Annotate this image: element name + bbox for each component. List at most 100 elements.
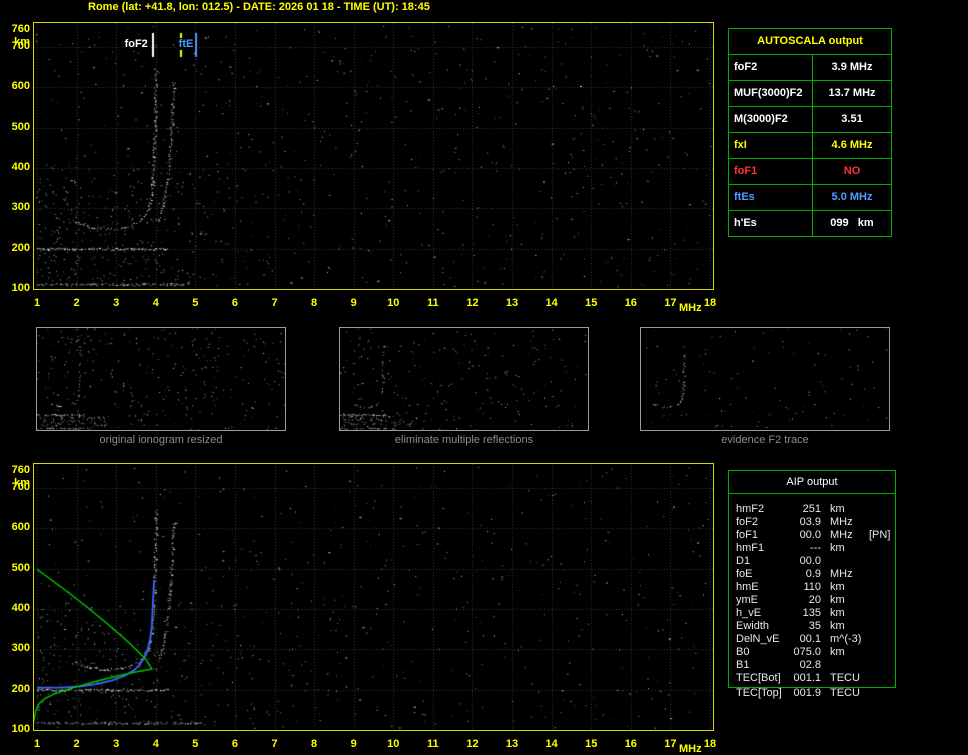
x-axis-unit: MHz xyxy=(679,743,702,755)
x-tick-label: 14 xyxy=(545,738,558,750)
autoscala-param-label: fxI xyxy=(734,139,747,151)
x-tick-label: 1 xyxy=(33,738,41,750)
aip-param-label: hmF2 xyxy=(736,503,765,515)
aip-param-value: 110 xyxy=(803,581,821,593)
aip-param-note xyxy=(865,672,895,685)
aip-param-unit: m^(-3) xyxy=(830,633,862,645)
x-tick-label: 13 xyxy=(505,297,519,309)
autoscala-param-value: 099 km xyxy=(812,211,891,236)
y-tick-label: 700 xyxy=(11,40,30,53)
aip-param-value: 251 xyxy=(802,503,821,515)
x-tick-label: 9 xyxy=(350,738,357,750)
aip-param-unit: km xyxy=(830,581,845,593)
x-tick-label: 4 xyxy=(152,297,159,309)
thumbnail-canvas-evidence xyxy=(641,328,889,430)
aip-param-value: 001.1 xyxy=(793,672,821,684)
x-tick-label: 3 xyxy=(113,297,120,309)
thumbnail-canvas-eliminate xyxy=(340,328,588,430)
aip-row: foE 0.9 MHz xyxy=(729,568,895,581)
autoscala-param-value: 4.6 MHz xyxy=(812,133,891,158)
aip-param-note: [PN] xyxy=(869,529,891,541)
aip-param-unit xyxy=(821,659,865,672)
aip-param-unit: MHz xyxy=(830,568,853,580)
x-tick-label: 1 xyxy=(33,297,41,309)
aip-param-value: 00.0 xyxy=(799,555,821,567)
autoscala-param-value: 5.0 MHz xyxy=(812,185,891,210)
x-tick-label: 10 xyxy=(387,738,400,750)
y-tick-label: 600 xyxy=(11,521,30,534)
aip-param-value: 03.9 xyxy=(799,516,821,528)
x-tick-label: 5 xyxy=(192,738,199,750)
aip-param-unit: km xyxy=(830,607,845,619)
aip-param-note xyxy=(865,555,895,568)
autoscala-window: Rome (lat: +41.8, lon: 012.5) - DATE: 20… xyxy=(0,0,968,755)
aip-param-note xyxy=(865,633,895,646)
aip-row: foF1 00.0 MHz [PN] xyxy=(729,529,895,542)
autoscala-param-value: 13.7 MHz xyxy=(812,81,891,106)
x-tick-label: 15 xyxy=(585,297,598,309)
autoscala-param-label: foF2 xyxy=(734,61,758,73)
autoscala-output-panel: AUTOSCALA output foF2 3.9 MHz MUF(3000)F2 1… xyxy=(728,28,892,237)
aip-param-value: 075.0 xyxy=(793,646,821,658)
autoscala-output-title: AUTOSCALA output xyxy=(729,29,891,55)
x-tick-label: 17 xyxy=(664,738,677,750)
aip-param-label: h_vE xyxy=(736,607,762,619)
aip-tec-top-row: TEC[Top] 001.9 TECU xyxy=(729,687,895,700)
aip-param-label: foE xyxy=(736,568,753,580)
aip-param-unit: km xyxy=(830,646,845,658)
aip-param-unit: TECU xyxy=(830,672,860,684)
aip-row: hmF2 251 km xyxy=(729,503,895,516)
autoscala-row: foF1 NO xyxy=(729,158,891,184)
ionogram-canvas-bottom xyxy=(34,464,713,730)
aip-param-label: DelN_vE xyxy=(736,633,780,645)
x-tick-label: 13 xyxy=(505,738,519,750)
autoscala-row: h'Es 099 km xyxy=(729,210,891,236)
x-tick-label: 15 xyxy=(585,738,598,750)
aip-param-unit: km xyxy=(830,542,845,554)
page-title: Rome (lat: +41.8, lon: 012.5) - DATE: 20… xyxy=(88,1,430,13)
aip-row: DelN_vE 00.1 m^(-3) xyxy=(729,633,895,646)
aip-row: foF2 03.9 MHz xyxy=(729,516,895,529)
y-axis-unit: km xyxy=(14,36,30,48)
x-tick-label: 7 xyxy=(271,738,278,750)
autoscala-param-label: ftEs xyxy=(734,191,755,203)
x-tick-label: 14 xyxy=(545,297,558,309)
aip-param-note xyxy=(865,581,895,594)
aip-param-note xyxy=(865,687,895,700)
x-tick-label: 8 xyxy=(311,297,318,309)
aip-param-unit: km xyxy=(830,503,845,515)
y-tick-label: 760 xyxy=(11,464,30,476)
x-axis-unit: MHz xyxy=(679,302,702,314)
aip-param-label: B1 xyxy=(736,659,750,671)
y-tick-label: 400 xyxy=(11,161,30,174)
autoscala-param-value: NO xyxy=(812,159,891,184)
aip-param-note xyxy=(865,620,895,633)
aip-param-label: ymE xyxy=(736,594,758,606)
x-tick-label: 3 xyxy=(113,738,120,750)
autoscala-param-label: foF1 xyxy=(734,165,758,177)
aip-param-unit: km xyxy=(830,620,845,632)
y-tick-label: 760 xyxy=(11,23,30,35)
x-tick-label: 5 xyxy=(192,297,199,309)
y-tick-label: 200 xyxy=(11,682,30,695)
aip-row: hmE 110 km xyxy=(729,581,895,594)
aip-param-label: TEC[Bot] xyxy=(736,672,781,684)
autoscala-row: M(3000)F2 3.51 xyxy=(729,106,891,132)
aip-param-value: 00.0 xyxy=(799,529,821,541)
x-tick-label: 17 xyxy=(664,297,677,309)
x-tick-label: 6 xyxy=(231,297,238,309)
aip-row: Ewidth 35 km xyxy=(729,620,895,633)
autoscala-rows: foF2 3.9 MHz MUF(3000)F2 13.7 MHz M(3000)F2 3… xyxy=(729,55,891,236)
x-tick-label: 12 xyxy=(466,297,479,309)
aip-row: B1 02.8 xyxy=(729,659,895,672)
x-tick-label: 4 xyxy=(152,738,159,750)
x-tick-label: 9 xyxy=(350,297,357,309)
x-tick-label: 16 xyxy=(624,738,637,750)
aip-param-unit: TECU xyxy=(830,687,860,699)
x-tick-label: 18 xyxy=(703,738,717,750)
y-tick-label: 700 xyxy=(11,481,30,494)
x-tick-label: 2 xyxy=(73,738,80,750)
autoscala-row: foF2 3.9 MHz xyxy=(729,55,891,80)
aip-row: B0 075.0 km xyxy=(729,646,895,659)
aip-param-value: 20 xyxy=(808,594,821,606)
